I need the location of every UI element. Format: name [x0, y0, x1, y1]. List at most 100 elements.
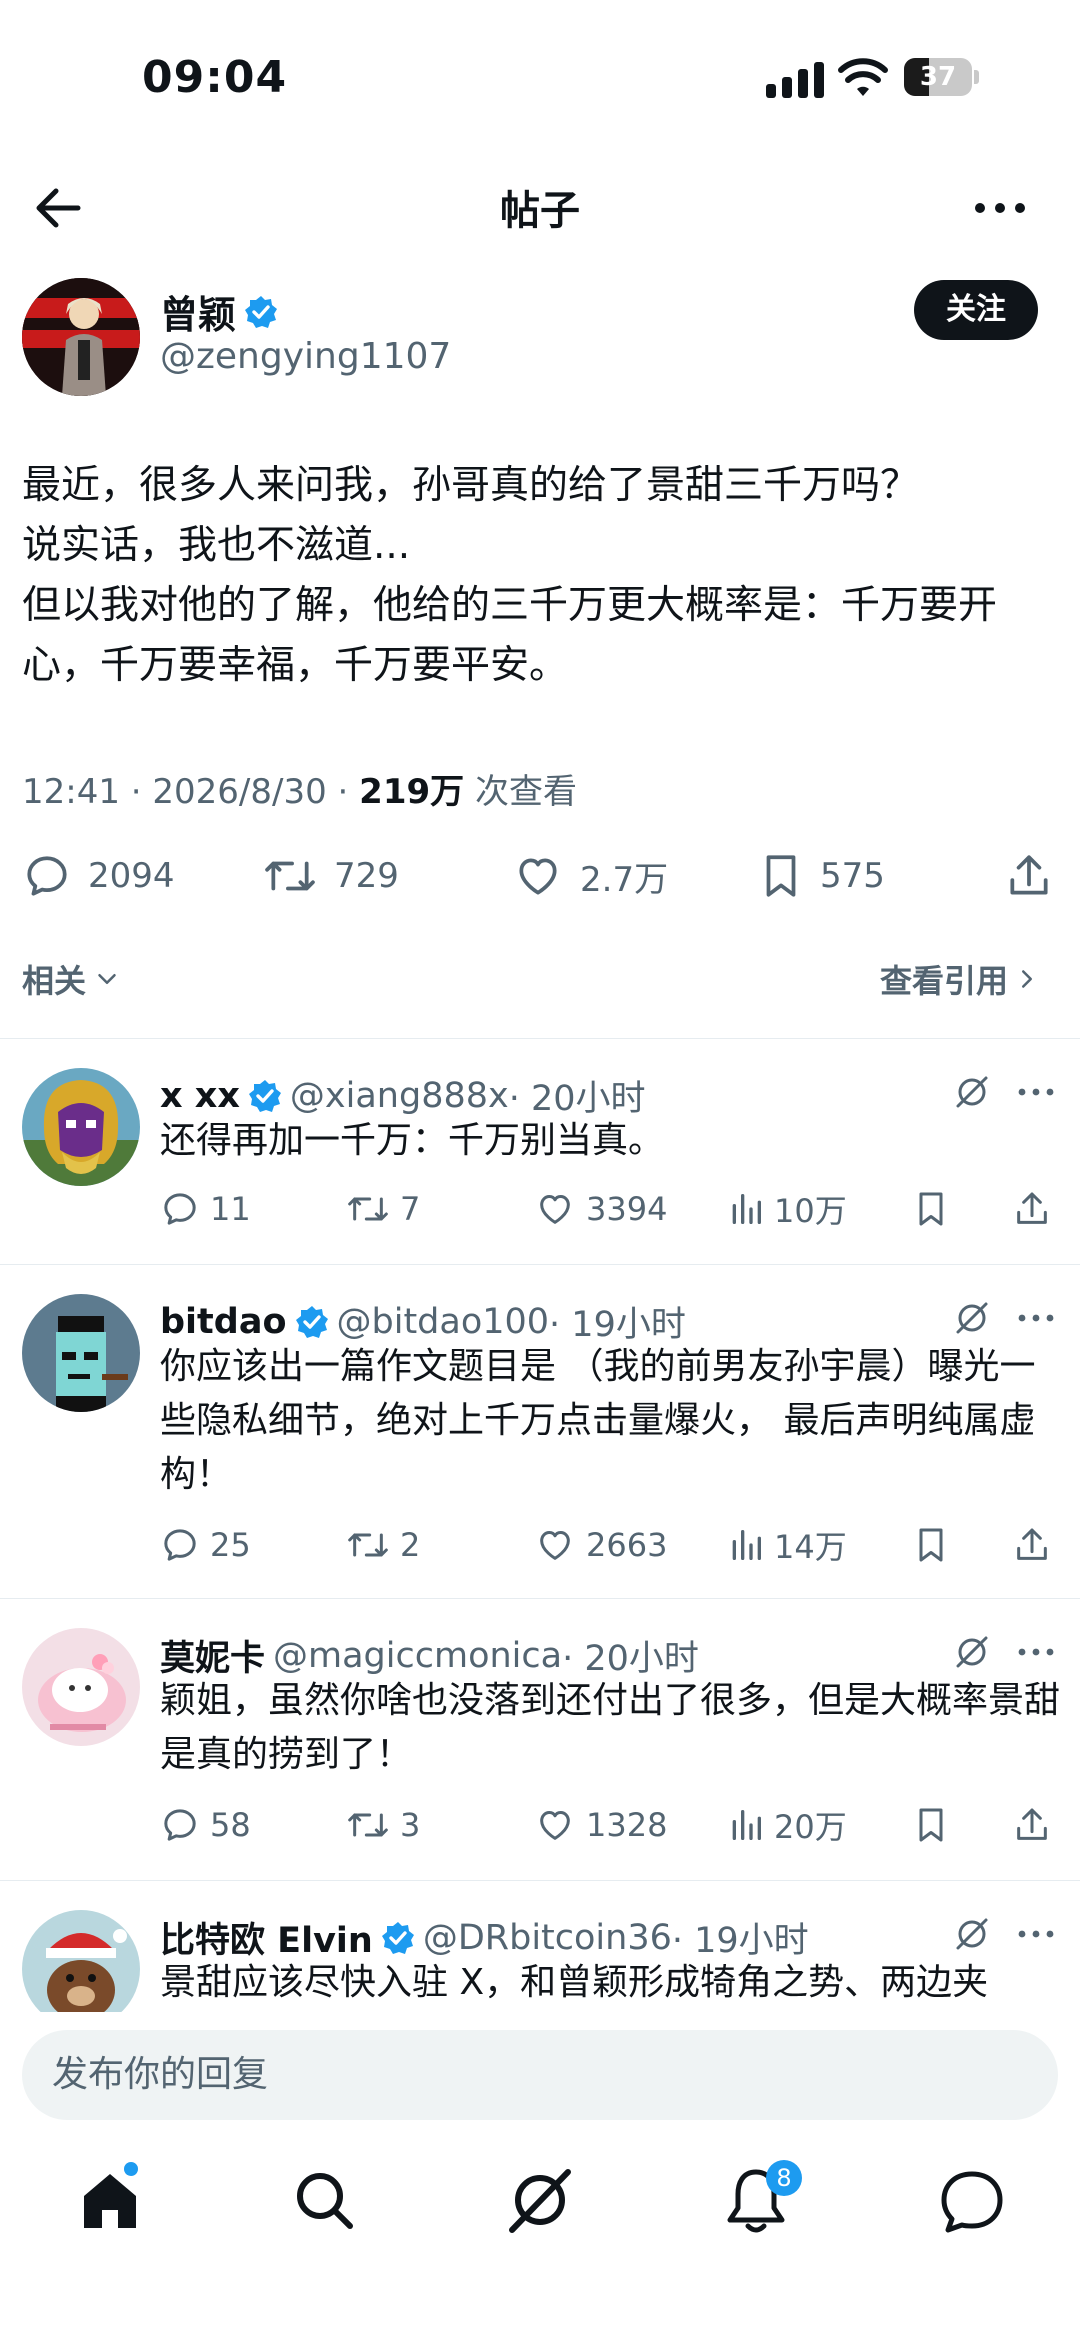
- bookmark-action[interactable]: [912, 1184, 960, 1234]
- more-options-icon[interactable]: [1016, 1644, 1056, 1660]
- views-chart-icon: [732, 1530, 761, 1560]
- bookmark-icon: [919, 1528, 943, 1562]
- verified-badge-icon: [295, 1305, 328, 1338]
- repost-action[interactable]: 729: [262, 846, 399, 906]
- author-handle[interactable]: @zengying1107: [160, 336, 451, 377]
- share-icon: [1017, 1528, 1047, 1560]
- like-action[interactable]: 2.7万: [512, 846, 668, 906]
- share-action[interactable]: [1012, 1184, 1062, 1234]
- share-icon: [1010, 855, 1048, 895]
- reply-avatar[interactable]: [22, 1910, 140, 2028]
- view-quotes-label: 查看引用: [880, 962, 1009, 1000]
- reply-avatar[interactable]: [22, 1294, 140, 1412]
- like-count: 1328: [586, 1806, 668, 1844]
- follow-button[interactable]: 关注: [914, 280, 1038, 340]
- more-options-icon[interactable]: [1016, 1084, 1056, 1100]
- grok-icon[interactable]: [952, 1298, 992, 1338]
- post-text: 最近，很多人来问我，孙哥真的给了景甜三千万吗？ 说实话，我也不滋道... 但以我…: [22, 463, 998, 688]
- reply-action[interactable]: 58: [160, 1800, 251, 1850]
- status-time: 09:04: [142, 52, 288, 103]
- related-dropdown[interactable]: 相关: [22, 956, 122, 1002]
- repost-action[interactable]: 3: [346, 1800, 420, 1850]
- reply-count: 58: [210, 1806, 251, 1844]
- repost-count: 7: [400, 1190, 421, 1228]
- more-options-icon[interactable]: [1016, 1310, 1056, 1326]
- reply-avatar-image: [22, 1910, 140, 2028]
- like-action[interactable]: 3394: [534, 1184, 667, 1234]
- home-unread-dot: [124, 2162, 138, 2176]
- repost-count: 729: [334, 856, 399, 896]
- like-action[interactable]: 2663: [534, 1520, 667, 1570]
- page-title: 帖子: [500, 188, 580, 234]
- views-chart-icon: [732, 1810, 761, 1840]
- more-options-icon[interactable]: [970, 186, 1030, 230]
- reply-handle[interactable]: @bitdao100: [337, 1302, 550, 1342]
- bookmark-icon: [766, 855, 796, 897]
- bookmark-action[interactable]: [912, 1520, 960, 1570]
- search-icon[interactable]: [284, 2160, 364, 2240]
- reply-text: 景甜应该尽快入驻 X，和曾颖形成犄角之势、两边夹: [160, 1962, 989, 2003]
- home-icon[interactable]: [70, 2160, 150, 2240]
- repost-action[interactable]: 2: [346, 1520, 420, 1570]
- reply-action-bar: 11 7 3394 10万: [160, 1184, 1060, 1234]
- bookmark-count: 575: [820, 856, 885, 896]
- post-views: 219万: [359, 772, 465, 812]
- reply-author-name[interactable]: x xx: [160, 1076, 240, 1116]
- cellular-signal-icon: [766, 62, 824, 98]
- heart-icon: [519, 858, 557, 895]
- heart-icon: [540, 1531, 570, 1560]
- like-count: 2.7万: [580, 859, 669, 900]
- view-quotes-link[interactable]: 查看引用: [880, 956, 1042, 1002]
- reply-avatar[interactable]: [22, 1628, 140, 1746]
- author-name[interactable]: 曾颖: [160, 284, 236, 339]
- reply-action[interactable]: 2094: [22, 846, 175, 906]
- views-action[interactable]: 10万: [728, 1184, 847, 1234]
- reply-avatar[interactable]: [22, 1068, 140, 1186]
- repost-icon: [265, 861, 315, 891]
- divider: [0, 1038, 1080, 1039]
- more-options-icon[interactable]: [1016, 1926, 1056, 1942]
- views-action[interactable]: 14万: [728, 1520, 847, 1570]
- back-arrow-icon[interactable]: [30, 180, 86, 236]
- views-count: 10万: [774, 1192, 847, 1230]
- divider: [0, 1264, 1080, 1265]
- reply-text: 你应该出一篇作文题目是 （我的前男友孙宇晨）曝光一些隐私细节，绝对上千万点击量爆…: [160, 1346, 1036, 1495]
- reply-handle[interactable]: @xiang888x: [290, 1076, 509, 1116]
- grok-icon[interactable]: [952, 1632, 992, 1672]
- messages-icon[interactable]: [932, 2160, 1012, 2240]
- reply-avatar-image: [22, 1628, 140, 1746]
- share-action[interactable]: [1012, 1800, 1062, 1850]
- share-icon: [1017, 1808, 1047, 1840]
- like-count: 2663: [586, 1526, 668, 1564]
- reply-avatar-image: [22, 1068, 140, 1186]
- battery-icon: 37: [904, 58, 979, 98]
- reply-avatar-image: [22, 1294, 140, 1412]
- reply-handle[interactable]: @DRbitcoin36: [423, 1918, 672, 1958]
- author-avatar[interactable]: [22, 278, 140, 396]
- bookmark-icon: [919, 1808, 943, 1842]
- divider: [0, 1880, 1080, 1881]
- reply-icon: [27, 856, 67, 896]
- reply-count: 25: [210, 1526, 251, 1564]
- reply-action[interactable]: 11: [160, 1184, 251, 1234]
- notifications-badge: 8: [766, 2160, 802, 2196]
- like-action[interactable]: 1328: [534, 1800, 667, 1850]
- reply-action[interactable]: 25: [160, 1520, 251, 1570]
- reply-input[interactable]: 发布你的回复: [22, 2030, 1058, 2120]
- reply-author-name[interactable]: bitdao: [160, 1302, 287, 1342]
- grok-icon[interactable]: [500, 2160, 580, 2240]
- post-views-label: 次查看: [464, 772, 577, 812]
- grok-icon[interactable]: [952, 1914, 992, 1954]
- grok-icon[interactable]: [952, 1072, 992, 1112]
- author-name-row[interactable]: 曾颖: [160, 284, 278, 339]
- bookmark-action[interactable]: 575: [758, 846, 885, 906]
- share-action[interactable]: [1004, 846, 1070, 906]
- bookmark-action[interactable]: [912, 1800, 960, 1850]
- verified-badge-icon: [381, 1921, 414, 1954]
- reply-handle[interactable]: @magiccmonica: [273, 1636, 562, 1676]
- share-action[interactable]: [1012, 1520, 1062, 1570]
- views-action[interactable]: 20万: [728, 1800, 847, 1850]
- repost-action[interactable]: 7: [346, 1184, 420, 1234]
- verified-badge-icon: [245, 295, 278, 328]
- post-timestamp: 12:41 · 2026/8/30 ·: [22, 772, 360, 812]
